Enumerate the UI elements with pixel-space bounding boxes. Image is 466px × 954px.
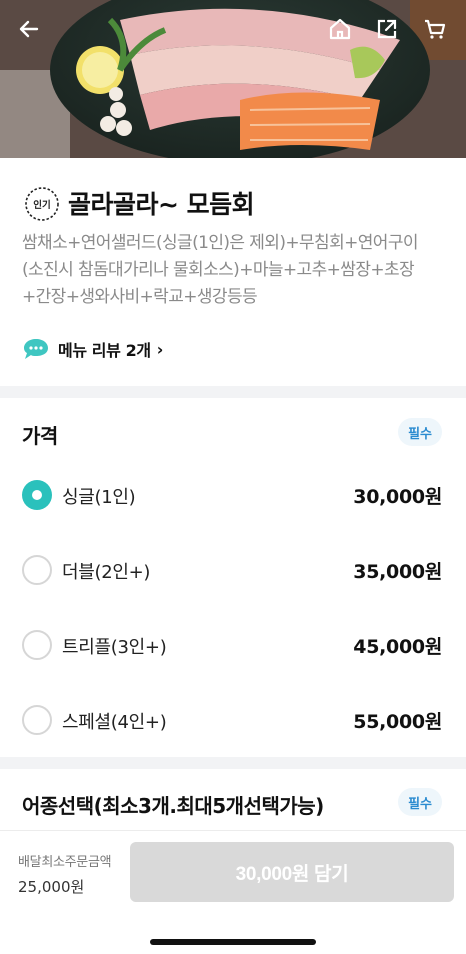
fish-required-badge: 필수	[398, 788, 442, 816]
menu-review-link[interactable]: 메뉴 리뷰 2개 ›	[22, 336, 163, 362]
radio-unselected[interactable]	[22, 705, 52, 735]
chat-bubble-icon	[24, 339, 48, 359]
price-section-title: 가격	[22, 424, 58, 448]
price-option-double[interactable]: 더블(2인+) 35,000원	[0, 545, 466, 595]
radio-selected[interactable]	[22, 480, 52, 510]
min-order-value: 25,000원	[18, 878, 85, 896]
arrow-left-icon	[19, 20, 39, 38]
share-icon	[377, 19, 397, 39]
section-divider	[0, 386, 466, 398]
cart-icon	[425, 19, 446, 39]
option-label: 더블(2인+)	[62, 562, 151, 583]
price-required-badge: 필수	[398, 418, 442, 446]
cart-button[interactable]	[418, 12, 452, 46]
back-button[interactable]	[12, 12, 46, 46]
radio-unselected[interactable]	[22, 630, 52, 660]
home-icon	[329, 18, 351, 40]
radio-unselected[interactable]	[22, 555, 52, 585]
menu-title: 골라골라~ 모듬회	[68, 190, 255, 219]
menu-info-section: 인기 골라골라~ 모듬회 쌈채소+연어샐러드(싱글(1인)은 제외)+무침회+연…	[0, 158, 466, 386]
price-option-triple[interactable]: 트리플(3인+) 45,000원	[0, 620, 466, 670]
option-label: 트리플(3인+)	[62, 637, 167, 658]
price-option-special[interactable]: 스페셜(4인+) 55,000원	[0, 695, 466, 745]
home-indicator	[150, 939, 316, 945]
option-label: 스페셜(4인+)	[62, 712, 167, 733]
review-link-label: 메뉴 리뷰 2개	[58, 341, 151, 360]
min-order-label: 배달최소주문금액	[18, 855, 112, 870]
add-to-cart-button[interactable]: 30,000원 담기	[130, 842, 454, 902]
share-button[interactable]	[370, 12, 404, 46]
menu-description: 쌈채소+연어샐러드(싱글(1인)은 제외)+무침회+연어구이(소진시 참돔대가리…	[22, 233, 419, 307]
section-divider	[0, 757, 466, 769]
option-price: 55,000원	[353, 711, 442, 733]
option-price: 45,000원	[353, 636, 442, 658]
menu-hero-image	[0, 0, 466, 158]
option-label: 싱글(1인)	[62, 487, 136, 508]
option-price: 35,000원	[353, 561, 442, 583]
chevron-right-icon: ›	[156, 339, 164, 359]
popular-badge-label: 인기	[33, 200, 51, 211]
home-button[interactable]	[323, 12, 357, 46]
price-option-single[interactable]: 싱글(1인) 30,000원	[0, 470, 466, 520]
bottom-order-bar: 배달최소주문금액 25,000원 30,000원 담기	[0, 830, 466, 954]
option-price: 30,000원	[353, 486, 442, 508]
fish-section-title: 어종선택(최소3개.최대5개선택가능)	[22, 794, 324, 818]
popular-badge: 인기	[22, 184, 62, 224]
